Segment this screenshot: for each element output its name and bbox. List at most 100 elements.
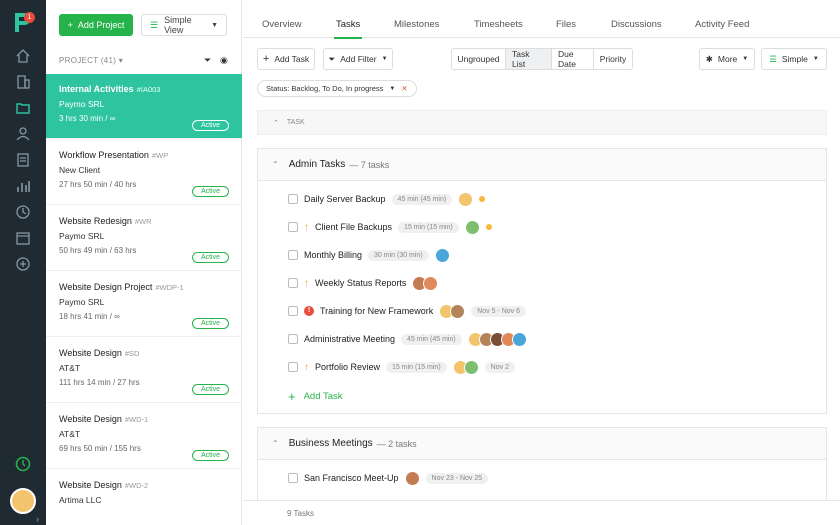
add-task-button[interactable]: + Add Task <box>257 48 315 70</box>
folder-icon[interactable] <box>14 99 32 117</box>
close-icon[interactable]: ✕ <box>401 84 407 93</box>
group-header[interactable]: ⌃ Business Meetings — 2 tasks <box>258 428 826 460</box>
more-label: More <box>717 54 738 64</box>
add-filter-label: Add Filter <box>340 54 377 64</box>
assignees <box>412 275 439 291</box>
more-button[interactable]: ✱ More ▼ <box>699 48 755 70</box>
task-checkbox[interactable] <box>288 194 298 204</box>
filter-chip-label: Status: Backlog, To Do, In progress <box>266 84 384 93</box>
task-name[interactable]: Weekly Status Reports <box>315 278 406 288</box>
project-item[interactable]: Website Design Project #WDP-1 Paymo SRL 1… <box>46 272 242 337</box>
time-estimate-pill: 15 min (15 min) <box>398 221 459 233</box>
task-row[interactable]: ↑ Weekly Status Reports <box>288 274 439 292</box>
task-column-header[interactable]: ⌃ TASK <box>257 110 827 135</box>
status-badge: Active <box>191 450 229 461</box>
task-checkbox[interactable] <box>288 334 298 344</box>
tab-activity-feed[interactable]: Activity Feed <box>695 19 749 30</box>
project-code: #SD <box>124 349 140 358</box>
project-name: Workflow Presentation <box>59 150 149 160</box>
tab-files[interactable]: Files <box>556 19 576 30</box>
task-checkbox[interactable] <box>288 473 298 483</box>
project-client: Paymo SRL <box>59 297 105 307</box>
project-list-header[interactable]: PROJECT (41) ▾ <box>59 56 123 65</box>
segment-priority[interactable]: Priority <box>594 49 632 69</box>
assignees <box>464 219 480 235</box>
project-item[interactable]: Workflow Presentation #WP New Client 27 h… <box>46 140 242 205</box>
app-root: 1 › + Add Project ☰ Simple View ▼ PROJEC… <box>0 0 840 525</box>
tab-overview[interactable]: Overview <box>262 19 302 30</box>
segment-ungrouped[interactable]: Ungrouped <box>452 49 506 69</box>
list-icon: ☰ <box>150 19 159 30</box>
task-name[interactable]: Administrative Meeting <box>304 334 395 344</box>
eye-icon[interactable]: ◉ <box>220 55 228 66</box>
due-date-pill: Nov 2 <box>484 361 515 373</box>
project-client: AT&T <box>59 363 81 373</box>
filter-icon[interactable]: ⏷ <box>204 55 211 66</box>
task-row[interactable]: ↑ Portfolio Review 15 min (15 min) Nov 2 <box>288 358 515 376</box>
view-select[interactable]: ☰ Simple View ▼ <box>141 14 227 36</box>
project-client: AT&T <box>59 429 81 439</box>
calendar-icon[interactable] <box>14 229 32 247</box>
home-icon[interactable] <box>14 47 32 65</box>
tab-timesheets[interactable]: Timesheets <box>474 19 523 30</box>
project-item[interactable]: Website Redesign #WR Paymo SRL 50 hrs 49 … <box>46 206 242 271</box>
task-checkbox[interactable] <box>288 250 298 260</box>
task-count-footer: 9 Tasks <box>243 500 840 525</box>
user-icon[interactable] <box>14 125 32 143</box>
collapse-chevron-icon[interactable]: ⌃ <box>272 439 279 448</box>
priority-urgent-icon: ! <box>304 306 314 316</box>
avatar <box>450 303 466 319</box>
add-filter-button[interactable]: ⏷ Add Filter ▼ <box>323 48 393 70</box>
task-checkbox[interactable] <box>288 362 298 372</box>
group-header[interactable]: ⌃ Admin Tasks — 7 tasks <box>258 149 826 181</box>
task-row[interactable]: Administrative Meeting 45 min (45 min) <box>288 330 527 348</box>
expand-chevron-icon[interactable]: › <box>36 514 39 524</box>
clock-icon[interactable] <box>14 203 32 221</box>
task-row[interactable]: ! Training for New Framework Nov 5 - Nov… <box>288 302 526 320</box>
project-item[interactable]: Website Design #WD-2 Artima LLC <box>46 470 242 525</box>
plus-icon: + <box>67 20 73 30</box>
task-name[interactable]: Daily Server Backup <box>304 194 386 204</box>
status-badge: Active <box>191 318 229 329</box>
collapse-chevron-icon[interactable]: ⌃ <box>273 119 279 127</box>
task-checkbox[interactable] <box>288 278 298 288</box>
collapse-chevron-icon[interactable]: ⌃ <box>272 160 279 169</box>
task-name[interactable]: San Francisco Meet-Up <box>304 473 399 483</box>
task-row[interactable]: Daily Server Backup 45 min (45 min) <box>288 190 486 208</box>
project-client: Paymo SRL <box>59 99 105 109</box>
segment-task-list[interactable]: Task List <box>506 49 552 69</box>
task-row[interactable]: San Francisco Meet-Up Nov 23 - Nov 25 <box>288 469 489 487</box>
status-filter-chip[interactable]: Status: Backlog, To Do, In progress ▼ ✕ <box>257 80 417 97</box>
tab-discussions[interactable]: Discussions <box>611 19 662 30</box>
status-dot-icon <box>479 196 486 202</box>
add-project-button[interactable]: + Add Project <box>59 14 133 36</box>
add-circle-icon[interactable] <box>14 255 32 273</box>
task-name[interactable]: Training for New Framework <box>320 306 433 316</box>
task-name[interactable]: Client File Backups <box>315 222 392 232</box>
task-row[interactable]: ↑ Client File Backups 15 min (15 min) <box>288 218 492 236</box>
simple-select[interactable]: ☰ Simple ▼ <box>761 48 827 70</box>
project-code: #IA003 <box>136 85 161 94</box>
tab-milestones[interactable]: Milestones <box>394 19 439 30</box>
project-item[interactable]: Website Design #SD AT&T 111 hrs 14 min / … <box>46 338 242 403</box>
user-avatar[interactable] <box>10 488 36 514</box>
reports-icon[interactable] <box>14 177 32 195</box>
task-name[interactable]: Monthly Billing <box>304 250 362 260</box>
building-icon[interactable] <box>14 73 32 91</box>
task-checkbox[interactable] <box>288 306 298 316</box>
project-item[interactable]: Internal Activities #IA003 Paymo SRL 3 hr… <box>46 74 242 139</box>
caret-down-icon[interactable]: ▼ <box>389 86 395 92</box>
priority-up-icon: ↑ <box>304 361 309 373</box>
add-task-link[interactable]: + Add Task <box>288 389 343 404</box>
avatar <box>464 219 480 235</box>
timer-icon[interactable] <box>14 455 32 473</box>
task-checkbox[interactable] <box>288 222 298 232</box>
list-icon: ☰ <box>769 53 777 64</box>
task-name[interactable]: Portfolio Review <box>315 362 380 372</box>
nav-rail: 1 › <box>0 0 46 525</box>
invoice-icon[interactable] <box>14 151 32 169</box>
task-row[interactable]: Monthly Billing 30 min (30 min) <box>288 246 450 264</box>
tab-tasks[interactable]: Tasks <box>333 19 363 39</box>
project-item[interactable]: Website Design #WD-1 AT&T 69 hrs 50 min /… <box>46 404 242 469</box>
segment-due-date[interactable]: Due Date <box>552 49 594 69</box>
